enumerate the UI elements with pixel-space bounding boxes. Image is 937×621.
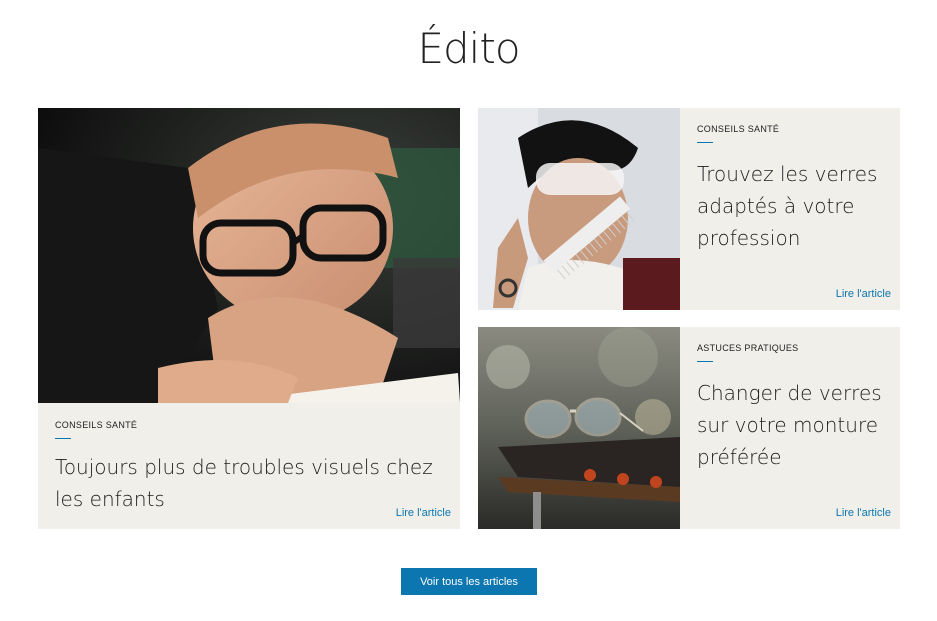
article-card-change-lenses[interactable]: ASTUCES PRATIQUES Changer de verres sur … xyxy=(478,327,900,529)
read-article-link[interactable]: Lire l'article xyxy=(836,507,891,519)
article-card-lenses-profession[interactable]: CONSEILS SANTÉ Trouvez les verres adapté… xyxy=(478,108,900,310)
article-category: CONSEILS SANTÉ xyxy=(697,124,780,134)
page-title: Édito xyxy=(417,24,520,73)
article-category: ASTUCES PRATIQUES xyxy=(697,343,799,353)
view-all-articles-button[interactable]: Voir tous les articles xyxy=(401,568,537,595)
article-title[interactable]: Trouvez les verres adaptés à votre profe… xyxy=(697,158,892,254)
read-article-link[interactable]: Lire l'article xyxy=(396,507,451,519)
read-article-link[interactable]: Lire l'article xyxy=(836,288,891,300)
category-underline xyxy=(55,438,71,439)
article-image-child-reading[interactable] xyxy=(38,108,460,403)
article-category: CONSEILS SANTÉ xyxy=(55,420,138,430)
article-image-glasses[interactable] xyxy=(478,327,680,529)
article-card-children-vision[interactable]: CONSEILS SANTÉ Toujours plus de troubles… xyxy=(38,108,460,529)
article-title[interactable]: Changer de verres sur votre monture préf… xyxy=(697,377,892,473)
article-image-hairdresser[interactable] xyxy=(478,108,680,310)
article-title[interactable]: Toujours plus de troubles visuels chez l… xyxy=(55,451,443,515)
category-underline xyxy=(697,142,713,143)
category-underline xyxy=(697,361,713,362)
